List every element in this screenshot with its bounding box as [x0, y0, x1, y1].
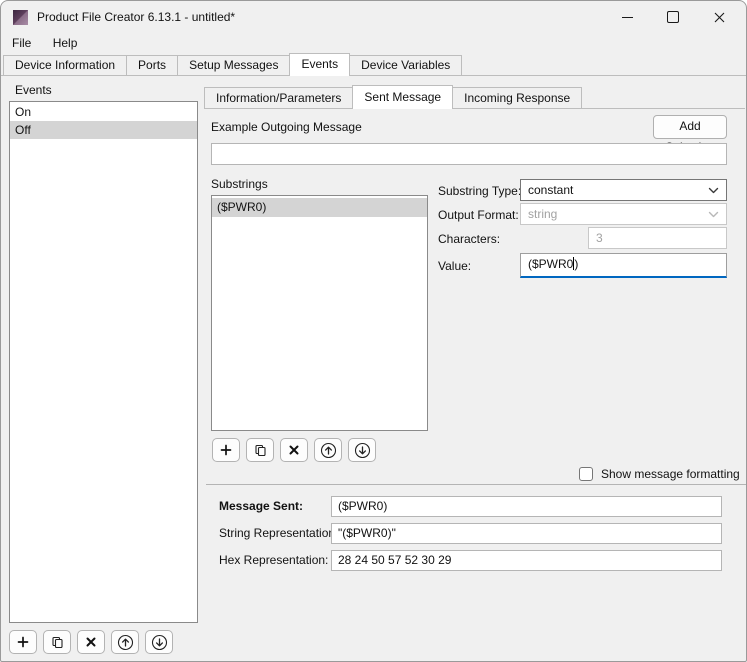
list-item-off[interactable]: Off — [10, 121, 197, 139]
value-text-after: ) — [574, 257, 579, 271]
minimize-button[interactable] — [604, 1, 650, 33]
duplicate-icon — [254, 444, 266, 456]
substring-type-value: constant — [528, 183, 574, 197]
move-up-icon — [320, 442, 336, 458]
events-delete-button[interactable] — [77, 630, 105, 654]
events-list-label: Events — [15, 83, 52, 97]
output-format-select[interactable]: string — [520, 203, 727, 225]
chevron-down-icon — [708, 187, 719, 194]
close-icon — [714, 12, 724, 22]
window-controls — [604, 1, 742, 33]
substrings-listbox[interactable]: ($PWR0) — [211, 195, 428, 431]
move-down-icon — [354, 442, 370, 458]
substrings-label: Substrings — [211, 177, 268, 191]
show-message-formatting-label[interactable]: Show message formatting — [601, 467, 740, 482]
value-label: Value: — [438, 259, 472, 273]
chevron-down-icon — [708, 211, 719, 218]
message-sent-label: Message Sent: — [219, 499, 304, 513]
value-field[interactable]: ($PWR0) — [520, 253, 727, 278]
app-icon — [13, 10, 28, 25]
example-outgoing-message-field[interactable] — [211, 143, 727, 165]
substring-move-up-button[interactable] — [314, 438, 342, 462]
tab-sent-message[interactable]: Sent Message — [352, 85, 454, 109]
add-icon — [17, 636, 29, 648]
results-separator — [206, 484, 746, 485]
duplicate-icon — [51, 636, 63, 648]
tab-device-information[interactable]: Device Information — [3, 55, 128, 75]
minimize-icon — [621, 16, 633, 18]
close-button[interactable] — [696, 1, 742, 33]
example-outgoing-message-label: Example Outgoing Message — [211, 120, 362, 134]
events-move-up-button[interactable] — [111, 630, 139, 654]
events-add-button[interactable] — [9, 630, 37, 654]
menu-bar: File Help — [3, 33, 86, 54]
maximize-button[interactable] — [650, 1, 696, 33]
move-up-icon — [117, 634, 133, 650]
tab-events[interactable]: Events — [289, 53, 351, 76]
move-down-icon — [151, 634, 167, 650]
substring-add-button[interactable] — [212, 438, 240, 462]
events-move-down-button[interactable] — [145, 630, 173, 654]
tab-device-variables[interactable]: Device Variables — [349, 55, 463, 75]
substring-type-select[interactable]: constant — [520, 179, 727, 201]
show-message-formatting-checkbox[interactable] — [579, 467, 593, 481]
add-icon — [220, 444, 232, 456]
list-item-on[interactable]: On — [10, 103, 197, 121]
tab-information-parameters[interactable]: Information/Parameters — [204, 87, 354, 108]
tab-setup-messages[interactable]: Setup Messages — [177, 55, 291, 75]
substring-delete-button[interactable] — [280, 438, 308, 462]
value-text: ($PWR0 — [528, 257, 574, 271]
substring-type-label: Substring Type: — [438, 184, 522, 198]
substring-move-down-button[interactable] — [348, 438, 376, 462]
menu-file[interactable]: File — [3, 33, 40, 53]
output-format-label: Output Format: — [438, 208, 519, 222]
message-tab-bar: Information/Parameters Sent Message Inco… — [204, 85, 745, 109]
string-representation-label: String Representation: — [219, 526, 339, 540]
tab-incoming-response[interactable]: Incoming Response — [452, 87, 583, 108]
message-sent-field[interactable]: ($PWR0) — [331, 496, 722, 517]
main-tab-bar: Device Information Ports Setup Messages … — [1, 53, 746, 76]
events-duplicate-button[interactable] — [43, 630, 71, 654]
substrings-toolbar — [212, 438, 376, 462]
app-window: Product File Creator 6.13.1 - untitled* … — [0, 0, 747, 662]
events-toolbar — [9, 630, 173, 654]
delete-icon — [289, 445, 299, 455]
hex-representation-field[interactable]: 28 24 50 57 52 30 29 — [331, 550, 722, 571]
events-listbox[interactable]: On Off — [9, 101, 198, 623]
output-format-value: string — [528, 207, 558, 221]
substring-item[interactable]: ($PWR0) — [212, 198, 427, 217]
hex-representation-label: Hex Representation: — [219, 553, 329, 567]
characters-field[interactable]: 3 — [588, 227, 727, 249]
characters-label: Characters: — [438, 232, 501, 246]
window-title: Product File Creator 6.13.1 - untitled* — [37, 10, 236, 24]
add-selection-button[interactable]: Add Selection — [653, 115, 727, 154]
string-representation-field[interactable]: "($PWR0)" — [331, 523, 722, 544]
tab-ports[interactable]: Ports — [126, 55, 179, 75]
title-bar[interactable]: Product File Creator 6.13.1 - untitled* — [1, 1, 746, 33]
menu-help[interactable]: Help — [44, 33, 87, 53]
substring-duplicate-button[interactable] — [246, 438, 274, 462]
maximize-icon — [667, 11, 679, 23]
delete-icon — [86, 637, 96, 647]
